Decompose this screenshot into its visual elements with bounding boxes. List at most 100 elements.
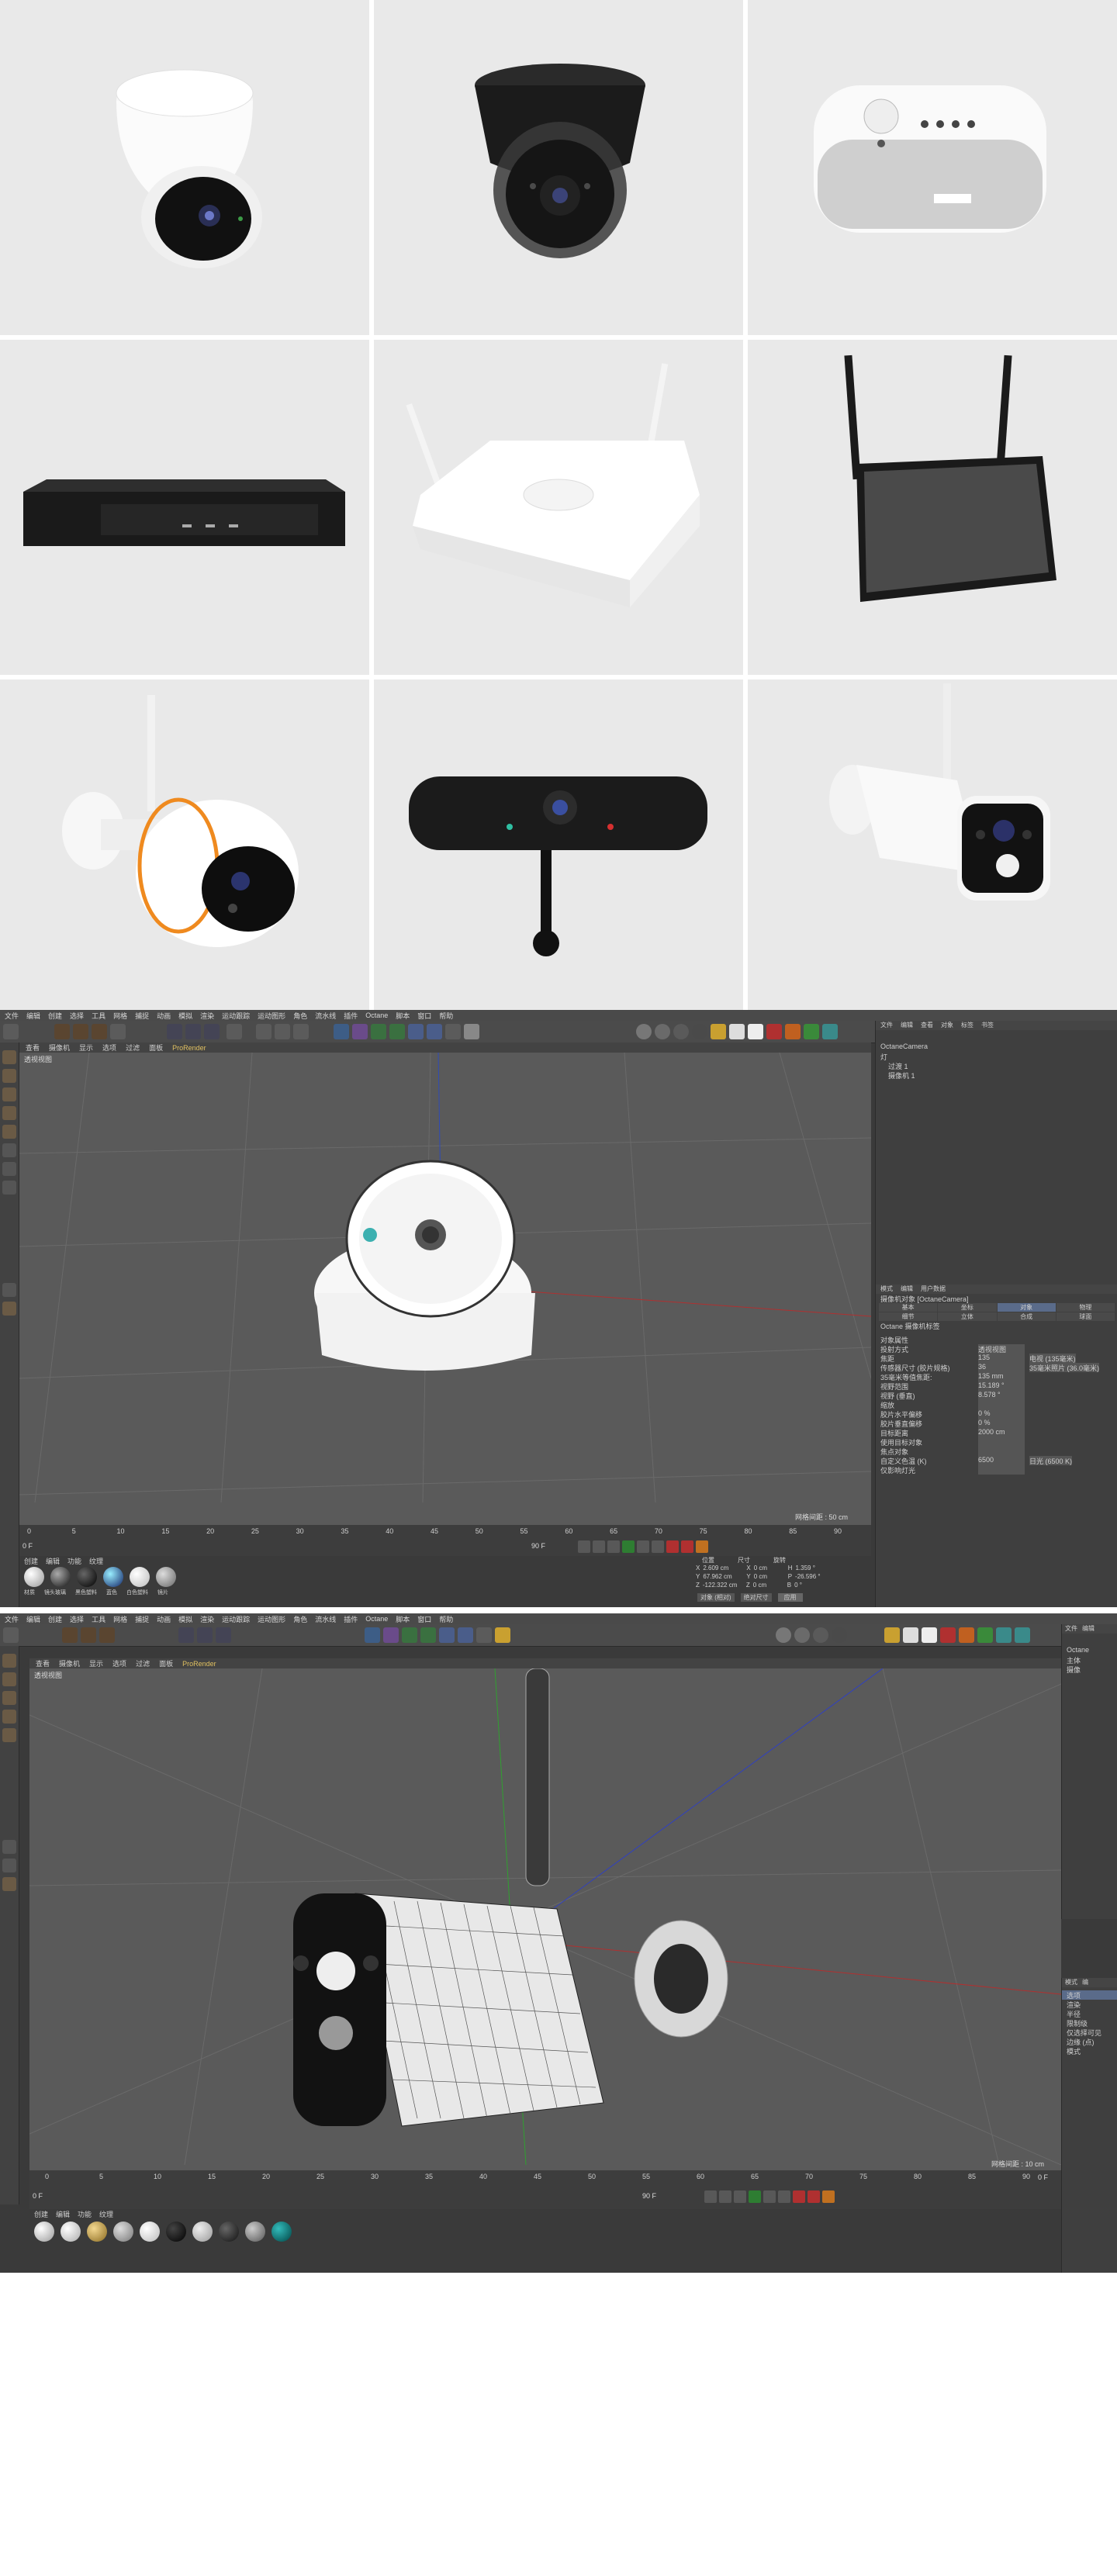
attr-extra[interactable]: 35毫米照片 (36.0毫米) bbox=[1029, 1363, 1100, 1372]
menu-item[interactable]: 工具 bbox=[92, 1011, 105, 1021]
am-menu-item[interactable]: 模式 bbox=[1065, 1978, 1077, 1987]
menu-item[interactable]: 渲染 bbox=[200, 1614, 214, 1624]
coord-value[interactable]: 1.359 ° bbox=[795, 1565, 814, 1573]
floor-button[interactable] bbox=[427, 1024, 442, 1039]
prev-key-button[interactable] bbox=[719, 2190, 731, 2203]
play-back-button[interactable] bbox=[607, 1540, 620, 1553]
attr-value[interactable]: 135 mm bbox=[978, 1372, 1025, 1381]
material-ball[interactable] bbox=[77, 1567, 97, 1587]
attr-row[interactable]: 仅选择可见 bbox=[1062, 2028, 1117, 2037]
material-ball[interactable] bbox=[156, 1567, 176, 1587]
grid-icon[interactable] bbox=[2, 1302, 16, 1316]
vp-menu-item[interactable]: 面板 bbox=[159, 1658, 173, 1668]
viewport-bottom[interactable]: 查看 摄像机 显示 选项 过滤 面板 ProRender 透视视图 网格间距:… bbox=[29, 1658, 1061, 2170]
record-button[interactable] bbox=[666, 1540, 679, 1553]
go-start-button[interactable] bbox=[578, 1540, 590, 1553]
octane-sphere-1-icon[interactable] bbox=[776, 1627, 791, 1643]
menu-item[interactable]: 窗口 bbox=[417, 1614, 431, 1624]
attr-tab[interactable]: 球面 bbox=[1056, 1312, 1115, 1321]
menu-item[interactable]: 捕捉 bbox=[135, 1011, 149, 1021]
attr-row[interactable]: 半径 bbox=[1062, 2009, 1117, 2018]
keyframe-button[interactable] bbox=[822, 2190, 835, 2203]
array-button[interactable] bbox=[389, 1024, 405, 1039]
coord-value[interactable]: 0 cm bbox=[754, 1565, 785, 1573]
object-row[interactable]: 摄像机 1 bbox=[876, 1070, 1117, 1080]
go-start-button[interactable] bbox=[704, 2190, 717, 2203]
sun-icon[interactable] bbox=[884, 1627, 900, 1643]
octane-sphere-4-icon[interactable] bbox=[832, 1627, 847, 1643]
model-mode-icon[interactable] bbox=[2, 1654, 16, 1668]
menu-item[interactable]: 帮助 bbox=[439, 1614, 453, 1624]
frame-start[interactable]: 0 F bbox=[33, 2192, 43, 2200]
coord-mode-select[interactable]: 对象 (相对) bbox=[697, 1593, 735, 1602]
octane-sphere-2-icon[interactable] bbox=[655, 1024, 670, 1039]
octane-settings-icon[interactable] bbox=[822, 1024, 838, 1039]
menu-item[interactable]: 角色 bbox=[293, 1614, 307, 1624]
material-ball[interactable] bbox=[103, 1567, 123, 1587]
attr-row[interactable]: 仅影响灯光 bbox=[876, 1465, 1117, 1475]
vp-menu-item[interactable]: 过滤 bbox=[126, 1043, 140, 1053]
object-row[interactable]: 摄像 bbox=[1062, 1665, 1117, 1674]
polygon-mode-icon[interactable] bbox=[2, 1728, 16, 1742]
menu-item[interactable]: 脚本 bbox=[396, 1011, 410, 1021]
menu-item[interactable]: 模拟 bbox=[178, 1011, 192, 1021]
menu-item[interactable]: 帮助 bbox=[439, 1011, 453, 1021]
mat-tab[interactable]: 创建 bbox=[24, 1556, 38, 1565]
axis-mode-icon[interactable] bbox=[2, 1143, 16, 1157]
attr-row[interactable]: 视野范围 15.189 ° bbox=[876, 1381, 1117, 1391]
menu-item[interactable]: 窗口 bbox=[417, 1011, 431, 1021]
snap-icon[interactable] bbox=[2, 1181, 16, 1195]
apply-button[interactable]: 应用 bbox=[777, 1593, 803, 1602]
polygon-mode-icon[interactable] bbox=[2, 1125, 16, 1139]
play-button[interactable] bbox=[622, 1540, 635, 1553]
next-key-button[interactable] bbox=[637, 1540, 649, 1553]
texture-mode-icon[interactable] bbox=[2, 1069, 16, 1083]
attr-value[interactable] bbox=[978, 1400, 1025, 1409]
am-menu-item[interactable]: 模式 bbox=[880, 1285, 893, 1294]
attr-value[interactable]: 6500 bbox=[978, 1456, 1025, 1465]
am-menu-item[interactable]: 编 bbox=[1082, 1978, 1088, 1987]
menu-item[interactable]: 编辑 bbox=[26, 1614, 40, 1624]
attr-value[interactable]: 0 % bbox=[978, 1419, 1025, 1428]
menu-item[interactable]: 运动跟踪 bbox=[222, 1011, 250, 1021]
camera-button[interactable] bbox=[476, 1627, 492, 1643]
frame-end[interactable]: 90 F bbox=[642, 2192, 656, 2200]
attr-row[interactable]: 焦点对象 bbox=[876, 1447, 1117, 1456]
z-axis-button[interactable] bbox=[216, 1627, 231, 1643]
frame-end[interactable]: 90 F bbox=[531, 1542, 545, 1550]
cube-button[interactable] bbox=[334, 1024, 349, 1039]
om-menu-item[interactable]: 标签 bbox=[961, 1021, 973, 1030]
autokey-button[interactable] bbox=[807, 2190, 820, 2203]
play-back-button[interactable] bbox=[734, 2190, 746, 2203]
object-row[interactable]: 灯 bbox=[876, 1052, 1117, 1061]
attr-row[interactable]: 缩放 bbox=[876, 1400, 1117, 1409]
octane-sphere-3-icon[interactable] bbox=[673, 1024, 689, 1039]
om-menu-item[interactable]: 编辑 bbox=[901, 1021, 913, 1030]
attr-value[interactable]: 135 bbox=[978, 1354, 1025, 1363]
rotate-tool-button[interactable] bbox=[99, 1627, 115, 1643]
vp-menu-item[interactable]: 摄像机 bbox=[49, 1043, 70, 1053]
move-tool-button[interactable] bbox=[62, 1627, 78, 1643]
attr-row[interactable]: 传感器尺寸 (胶片规格) 36 35毫米照片 (36.0毫米) bbox=[876, 1363, 1117, 1372]
object-row[interactable]: Octane bbox=[1062, 1646, 1117, 1655]
subdivision-button[interactable] bbox=[402, 1627, 417, 1643]
menu-item[interactable]: 选择 bbox=[70, 1011, 84, 1021]
sun-icon[interactable] bbox=[711, 1024, 726, 1039]
material-ball[interactable] bbox=[113, 2222, 133, 2242]
undo-button[interactable] bbox=[3, 1024, 19, 1039]
point-mode-icon[interactable] bbox=[2, 1087, 16, 1101]
coord-value[interactable]: 0 cm bbox=[753, 1582, 784, 1590]
menu-item[interactable]: 角色 bbox=[293, 1011, 307, 1021]
vp-menu-item[interactable]: 过滤 bbox=[136, 1658, 150, 1668]
object-row[interactable]: 主体 bbox=[1062, 1655, 1117, 1665]
tweak-icon[interactable] bbox=[2, 1162, 16, 1176]
keyframe-button[interactable] bbox=[696, 1540, 708, 1553]
floor-button[interactable] bbox=[458, 1627, 473, 1643]
menu-item[interactable]: 网格 bbox=[113, 1011, 127, 1021]
y-axis-button[interactable] bbox=[185, 1024, 201, 1039]
menu-item[interactable]: 模拟 bbox=[178, 1614, 192, 1624]
coord-system-button[interactable] bbox=[227, 1024, 242, 1039]
octane-object-icon[interactable] bbox=[804, 1024, 819, 1039]
coord-value[interactable]: 67.962 cm bbox=[703, 1573, 743, 1582]
lock-icon[interactable] bbox=[2, 1859, 16, 1872]
